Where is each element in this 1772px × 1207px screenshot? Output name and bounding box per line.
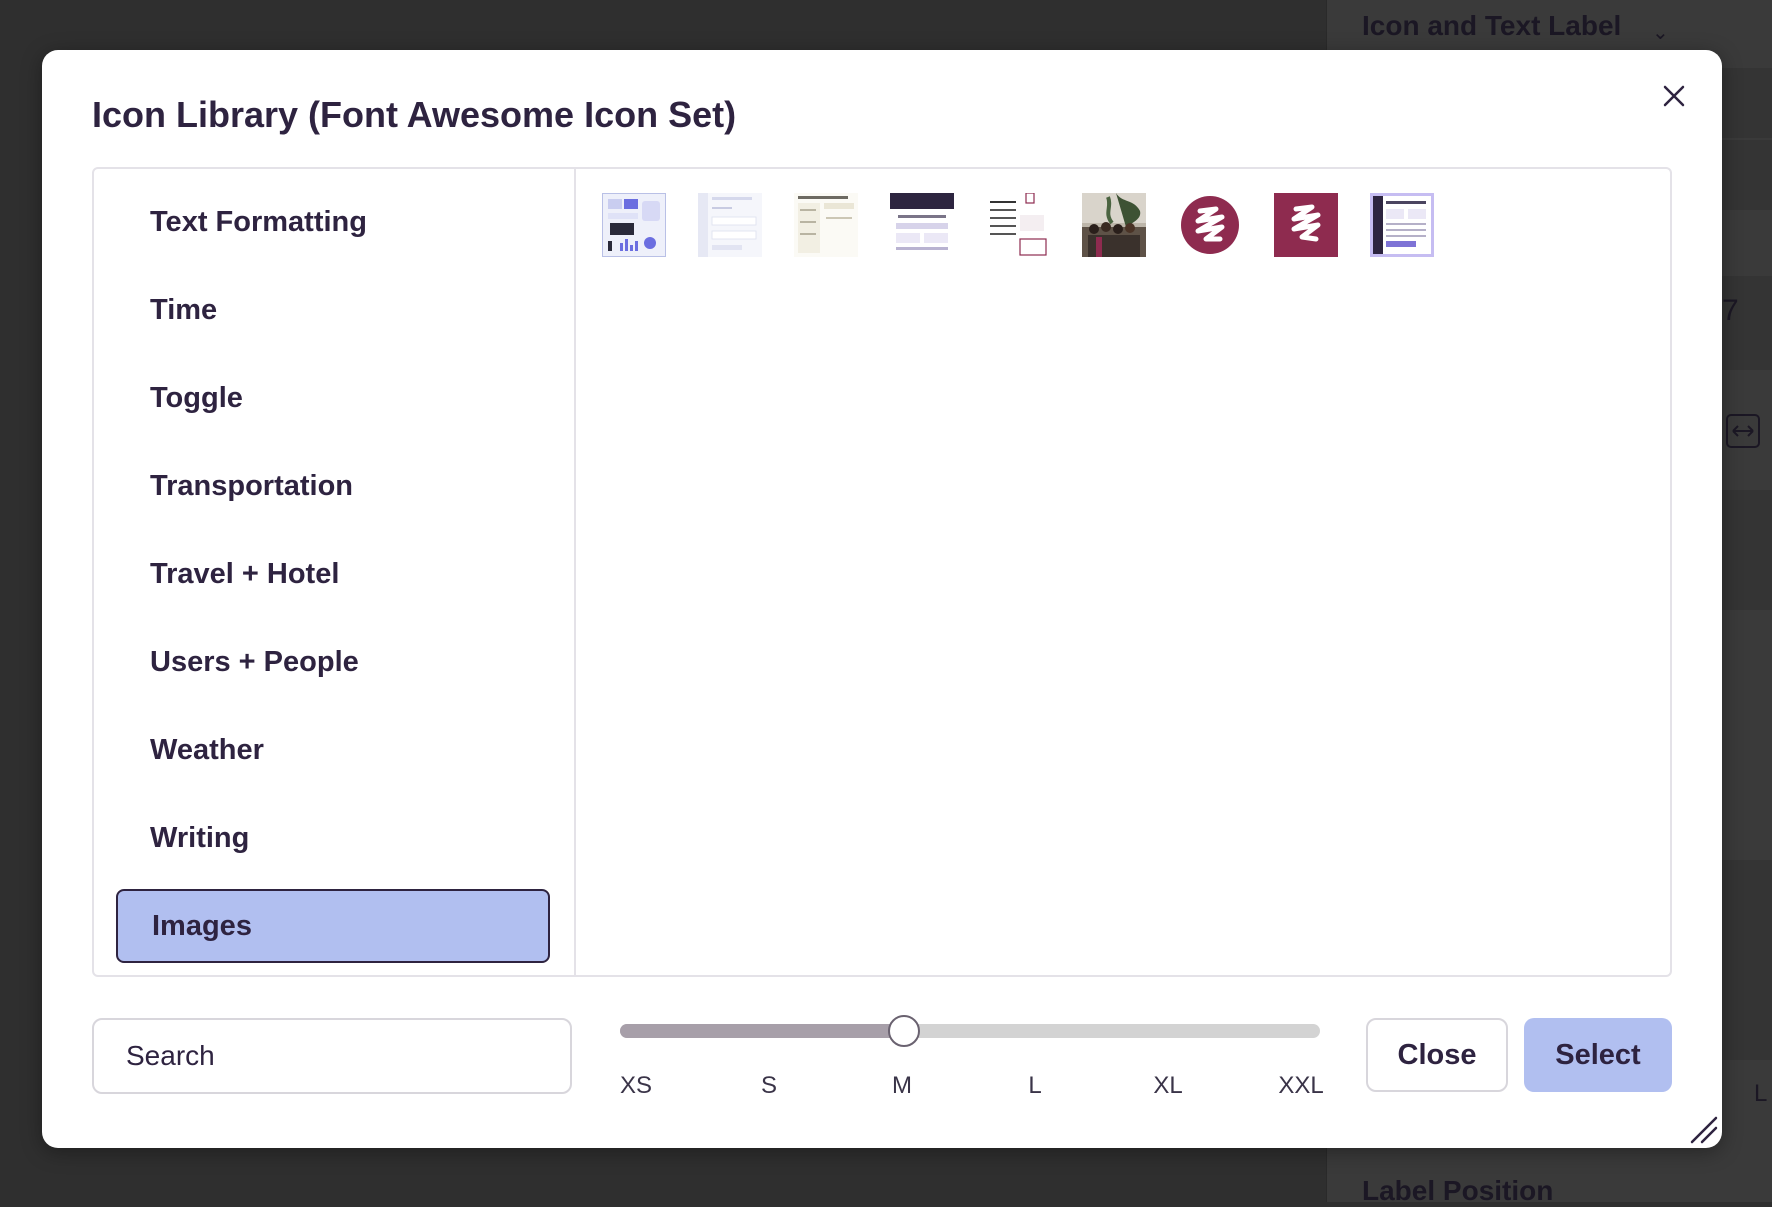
image-thumbnail-round-logo[interactable] (1178, 193, 1242, 257)
size-slider-handle[interactable] (888, 1015, 920, 1047)
close-icon[interactable] (1656, 78, 1692, 114)
width-arrows-icon[interactable] (1726, 414, 1760, 448)
image-grid (578, 169, 1670, 975)
size-label-xxl[interactable]: XXL (1278, 1072, 1323, 1100)
category-item-travel-hotel[interactable]: Travel + Hotel (116, 537, 550, 611)
close-button[interactable]: Close (1366, 1018, 1508, 1092)
image-thumbnail-table[interactable] (794, 193, 858, 257)
category-item-text-formatting[interactable]: Text Formatting (116, 185, 550, 259)
size-label-m[interactable]: M (892, 1072, 912, 1100)
resize-handle-icon[interactable] (1688, 1114, 1718, 1144)
image-thumbnail-square-logo[interactable] (1274, 193, 1338, 257)
category-list: Text Formatting Time Toggle Transportati… (94, 169, 576, 975)
category-item-users-people[interactable]: Users + People (116, 625, 550, 699)
dialog-title: Icon Library (Font Awesome Icon Set) (92, 94, 737, 135)
search-input[interactable] (92, 1018, 572, 1094)
image-thumbnail-team-photo[interactable] (1082, 193, 1146, 257)
label-position-heading: Label Position (1362, 1175, 1554, 1206)
size-label-xs[interactable]: XS (620, 1072, 652, 1100)
chevron-down-icon[interactable]: ⌄ (1652, 20, 1669, 45)
image-thumbnail-form[interactable] (698, 193, 762, 257)
panel-fragment: L (1754, 1080, 1768, 1107)
image-thumbnail-dashboard[interactable] (602, 193, 666, 257)
category-item-transportation[interactable]: Transportation (116, 449, 550, 523)
size-label-s[interactable]: S (761, 1072, 777, 1100)
size-slider[interactable] (620, 1015, 1320, 1047)
panel-title: Icon and Text Label (1362, 10, 1622, 41)
category-item-images[interactable]: Images (116, 889, 550, 963)
category-item-weather[interactable]: Weather (116, 713, 550, 787)
select-button[interactable]: Select (1524, 1018, 1672, 1092)
image-thumbnail-webpage[interactable] (890, 193, 954, 257)
panel-fragment: 7 (1722, 294, 1739, 327)
image-thumbnail-app-screen[interactable] (1370, 193, 1434, 257)
library-content: Text Formatting Time Toggle Transportati… (92, 167, 1672, 977)
category-item-time[interactable]: Time (116, 273, 550, 347)
size-label-xl[interactable]: XL (1153, 1072, 1182, 1100)
icon-library-dialog: Icon Library (Font Awesome Icon Set) Tex… (42, 50, 1722, 1148)
category-item-toggle[interactable]: Toggle (116, 361, 550, 435)
size-slider-fill (620, 1024, 904, 1038)
size-label-l[interactable]: L (1028, 1072, 1041, 1100)
category-item-writing[interactable]: Writing (116, 801, 550, 875)
image-thumbnail-document[interactable] (986, 193, 1050, 257)
